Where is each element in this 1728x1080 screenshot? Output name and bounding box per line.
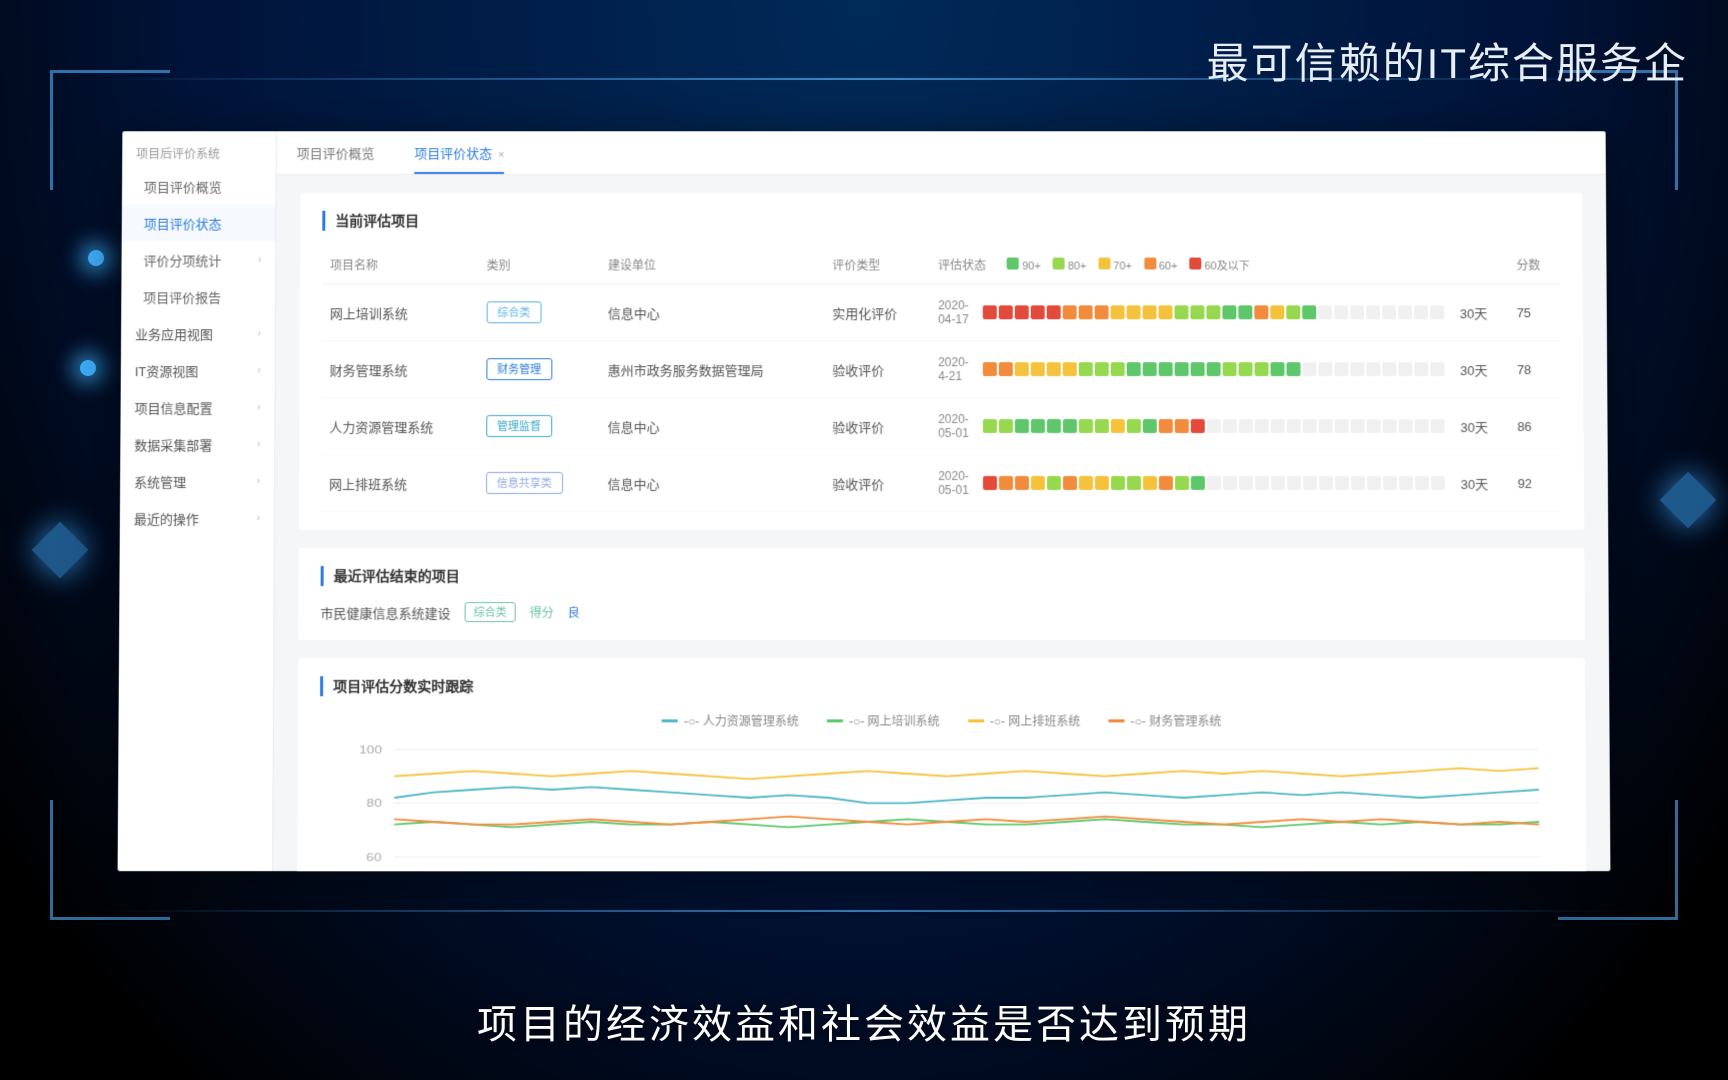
sidebar-item[interactable]: 最近的操作› <box>120 500 274 537</box>
th-status: 评估状态 90+80+70+60+60及以下 <box>930 247 1452 284</box>
sidebar: 项目后评价系统 项目评价概览项目评价状态评价分项统计›项目评价报告 业务应用视图… <box>118 131 277 871</box>
sidebar-item[interactable]: IT资源视图› <box>121 352 275 389</box>
main-area: 项目评价概览项目评价状态× 当前评估项目 项目名称 类别 建设单位 评价类型 评… <box>273 131 1610 871</box>
th-type: 评价类型 <box>824 247 930 284</box>
cell-score: 92 <box>1509 455 1562 512</box>
legend-item: 70+ <box>1098 258 1132 273</box>
cell-name: 网上培训系统 <box>322 284 479 341</box>
cell-name: 财务管理系统 <box>321 341 478 398</box>
chevron-right-icon: › <box>258 328 261 339</box>
panel-title: 当前评估项目 <box>322 211 1560 231</box>
table-row[interactable]: 财务管理系统财务管理惠州市政务服务数据管理局验收评价2020-4-2130天78 <box>321 341 1561 398</box>
svg-text:80: 80 <box>367 797 382 810</box>
sidebar-item[interactable]: 业务应用视图› <box>121 315 275 352</box>
legend-item: 60+ <box>1144 258 1178 273</box>
tab[interactable]: 项目评价概览 <box>277 131 395 174</box>
chart-legend-item: -○- 财务管理系统 <box>1109 712 1222 729</box>
cell-period: 30天 <box>1452 284 1509 341</box>
chevron-right-icon: › <box>257 402 260 413</box>
recent-tag: 综合类 <box>465 602 516 622</box>
cell-cat: 财务管理 <box>478 341 600 398</box>
cell-name: 人力资源管理系统 <box>321 398 478 455</box>
cell-status: 2020-04-17 <box>930 284 1452 341</box>
chevron-right-icon: › <box>257 439 260 450</box>
svg-text:60: 60 <box>366 851 381 864</box>
close-icon[interactable]: × <box>498 149 504 161</box>
cell-cat: 管理监督 <box>478 398 600 455</box>
headline-text: 最可信赖的IT综合服务企 <box>1207 30 1688 91</box>
th-unit: 建设单位 <box>600 247 824 284</box>
cell-period: 30天 <box>1452 398 1509 455</box>
recent-result: 良 <box>568 604 580 621</box>
panel-title: 最近评估结束的项目 <box>321 566 1563 586</box>
cell-cat: 综合类 <box>478 284 600 341</box>
chevron-right-icon: › <box>257 365 260 376</box>
cell-name: 网上排班系统 <box>321 455 478 512</box>
cell-type: 实用化评价 <box>824 284 930 341</box>
legend-item: 80+ <box>1053 258 1087 273</box>
cell-type: 验收评价 <box>824 398 930 455</box>
cell-unit: 信息中心 <box>599 455 824 512</box>
panel-title: 项目评估分数实时跟踪 <box>320 676 1563 696</box>
cell-period: 30天 <box>1452 341 1509 398</box>
app-window: 项目后评价系统 项目评价概览项目评价状态评价分项统计›项目评价报告 业务应用视图… <box>118 131 1611 871</box>
table-row[interactable]: 网上培训系统综合类信息中心实用化评价2020-04-1730天75 <box>322 284 1561 341</box>
sidebar-item[interactable]: 项目信息配置› <box>120 389 274 426</box>
sidebar-item[interactable]: 系统管理› <box>120 463 274 500</box>
chart-legend: -○- 人力资源管理系统 -○- 网上培训系统 -○- 网上排班系统 -○- 财务管理… <box>320 712 1563 729</box>
table-row[interactable]: 人力资源管理系统管理监督信息中心验收评价2020-05-0130天86 <box>321 398 1562 455</box>
sidebar-item[interactable]: 项目评价状态 <box>122 205 276 242</box>
chevron-right-icon: › <box>258 255 261 266</box>
cell-period: 30天 <box>1453 455 1510 512</box>
cell-cat: 信息共享类 <box>478 455 600 512</box>
chart-legend-item: -○- 人力资源管理系统 <box>662 712 799 729</box>
tab[interactable]: 项目评价状态× <box>394 131 524 174</box>
cell-type: 验收评价 <box>824 455 930 512</box>
panel-recent-done: 最近评估结束的项目 市民健康信息系统建设 综合类 得分 良 <box>298 548 1585 640</box>
th-score: 分数 <box>1508 247 1560 284</box>
chevron-right-icon: › <box>257 513 260 524</box>
sidebar-item[interactable]: 评价分项统计› <box>121 242 275 279</box>
chart-legend-item: -○- 网上培训系统 <box>827 712 940 729</box>
panel-score-tracking: 项目评估分数实时跟踪 -○- 人力资源管理系统 -○- 网上培训系统 -○- 网上排… <box>297 658 1587 871</box>
system-title: 项目后评价系统 <box>122 139 276 168</box>
legend-item: 60及以下 <box>1189 257 1249 273</box>
sidebar-item[interactable]: 项目评价概览 <box>122 168 276 205</box>
sidebar-item[interactable]: 数据采集部署› <box>120 426 274 463</box>
recent-project-name: 市民健康信息系统建设 <box>320 603 450 622</box>
legend-item: 90+ <box>1007 258 1041 273</box>
cell-score: 75 <box>1508 284 1561 341</box>
cell-status: 2020-05-01 <box>930 398 1453 455</box>
svg-text:100: 100 <box>359 744 382 756</box>
recent-score-label: 得分 <box>530 604 554 621</box>
line-chart: 406080100 <box>319 739 1565 871</box>
tab-bar: 项目评价概览项目评价状态× <box>277 131 1606 175</box>
subtitle-caption: 项目的经济效益和社会效益是否达到预期 <box>477 992 1251 1050</box>
chart-legend-item: -○- 网上排班系统 <box>968 712 1081 729</box>
panel-current-projects: 当前评估项目 项目名称 类别 建设单位 评价类型 评估状态 90+80+70+6… <box>299 193 1584 530</box>
cell-status: 2020-05-01 <box>930 455 1453 512</box>
projects-table: 项目名称 类别 建设单位 评价类型 评估状态 90+80+70+60+60及以下… <box>321 247 1562 512</box>
th-cat: 类别 <box>479 247 600 284</box>
cell-score: 86 <box>1509 398 1562 455</box>
cell-unit: 信息中心 <box>600 398 825 455</box>
th-period <box>1452 247 1509 284</box>
sidebar-item[interactable]: 项目评价报告 <box>121 278 275 315</box>
cell-score: 78 <box>1509 341 1562 398</box>
table-row[interactable]: 网上排班系统信息共享类信息中心验收评价2020-05-0130天92 <box>321 455 1562 512</box>
cell-status: 2020-4-21 <box>930 341 1452 398</box>
cell-unit: 信息中心 <box>600 284 825 341</box>
cell-type: 验收评价 <box>824 341 930 398</box>
chevron-right-icon: › <box>257 476 260 487</box>
cell-unit: 惠州市政务服务数据管理局 <box>600 341 825 398</box>
th-name: 项目名称 <box>322 247 479 284</box>
